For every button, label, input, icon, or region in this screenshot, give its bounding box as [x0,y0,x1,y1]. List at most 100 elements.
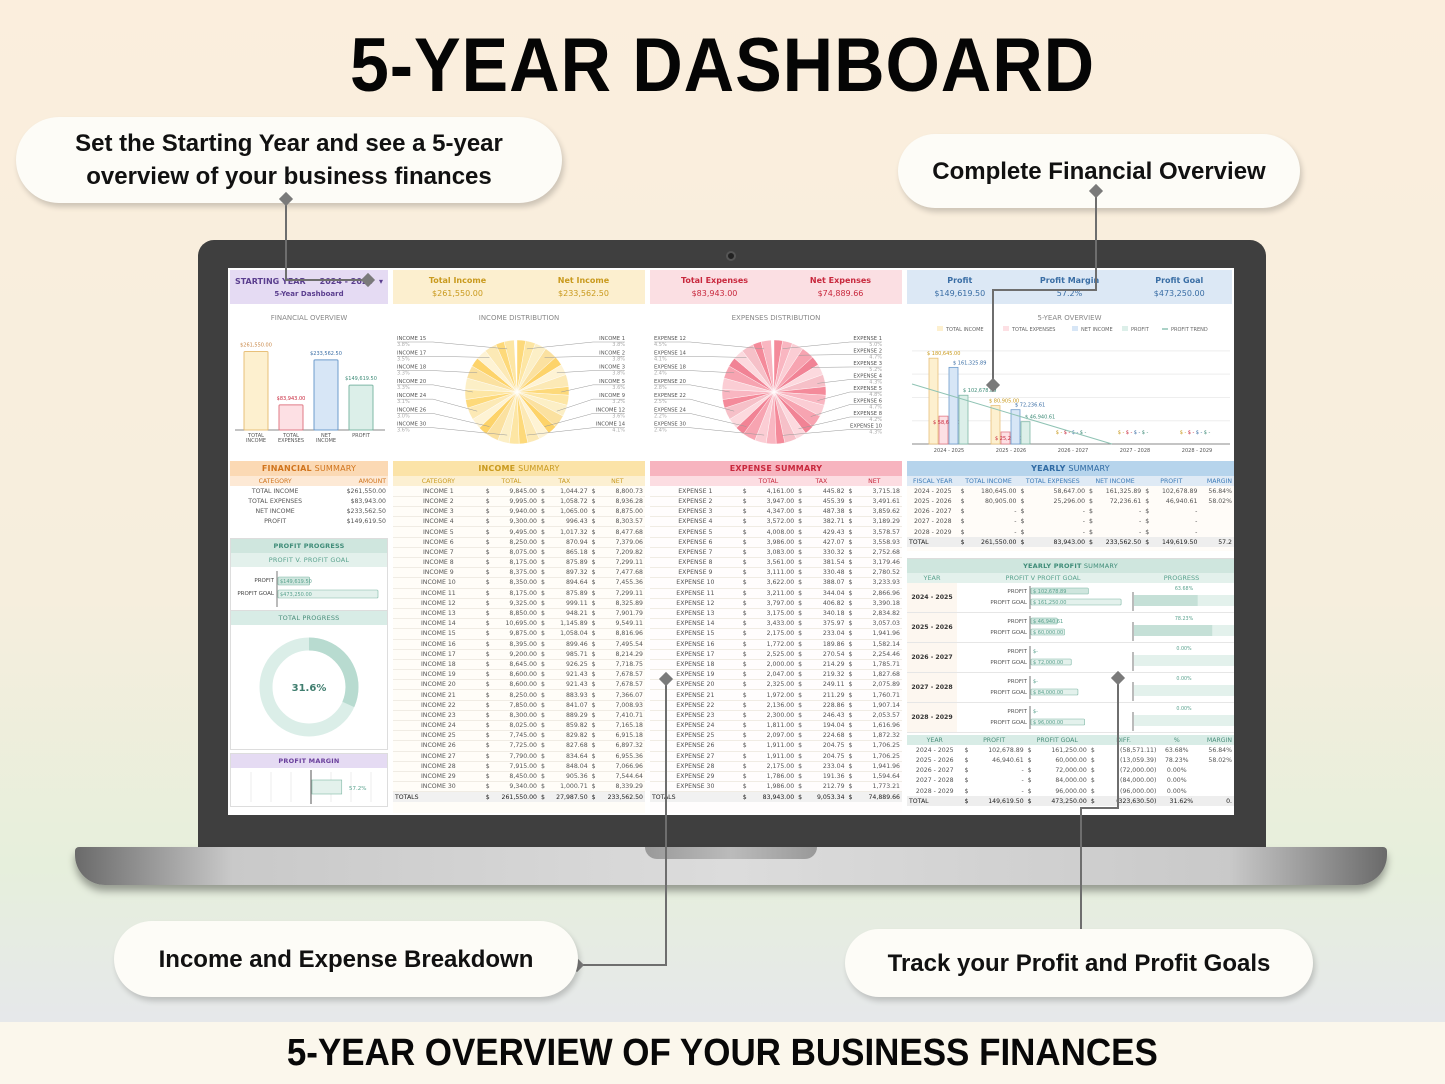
currency: $ [848,711,853,719]
currency: $ [540,711,545,719]
currency: $ [848,518,853,526]
chart-title: INCOME DISTRIBUTION [478,314,560,322]
cell: $ [1145,487,1150,495]
table-row: EXPENSE 9 $3,111.00 $330.48 $2,780.52 [650,568,902,578]
category: EXPENSE 27 [676,752,715,760]
currency: $ [798,722,803,730]
cell: (84,000.00) [1120,777,1157,785]
table-row: TOTAL EXPENSES $83,943.00 [230,496,388,506]
tax: 191.36 [822,773,845,781]
tax: 897.32 [566,569,588,577]
currency: $ [742,487,747,495]
category: INCOME 10 [420,579,456,587]
category: INCOME 2 [422,497,454,505]
cell: 102,678.89 [1161,487,1198,495]
table-row: EXPENSE 22 $2,136.00 $228.86 $1,907.14 [650,700,902,711]
slice-pct: 4.7% [869,355,882,361]
bar [243,351,269,431]
cell [1195,766,1234,776]
currency: $ [848,650,853,658]
bar-label: $ 180,645.00 [927,351,960,357]
cell: - [1082,528,1086,536]
currency: $ [848,610,853,618]
category: INCOME 17 [420,650,456,658]
page-title: 5-YEAR DASHBOARD [349,23,1096,108]
currency: $ [540,569,545,577]
yearly-profit-row: 2024 - 2025 PROFIT PROFIT GOAL $ 102,678.89… [907,583,1234,613]
net-income-label: Net Income [557,276,610,285]
profit-value: $149,619.50 [280,579,312,585]
tax: 999.11 [566,599,588,607]
total: 8,025.00 [509,722,537,730]
profit-vs-goal-bars: PROFIT PROFIT GOAL $- $ 72,000.00 [990,646,1072,669]
currency: $ [540,742,545,750]
currency: $ [591,538,596,546]
chevron-down-icon[interactable]: ▾ [379,277,383,286]
currency: $ [848,569,853,577]
category: PROFIT [264,518,287,526]
net: 7,379.06 [615,538,643,546]
currency: $ [540,528,545,536]
cell: 63.68% [1164,746,1189,754]
currency: $ [485,773,490,781]
slice-pct: 2.4% [654,428,667,434]
tax: 1,000.71 [560,783,588,791]
currency: $ [742,681,747,689]
currency: $ [798,528,803,536]
total: 1,911.00 [766,742,795,750]
table-row: 2027 - 2028 $ - $84,000.00 $ (84,000.00) 0.00% [907,776,1234,786]
callout-starting-year: Set the Starting Year and see a 5-year o… [16,117,562,203]
currency: $ [742,752,747,760]
category: INCOME 13 [420,610,456,618]
cell: - [1082,508,1086,516]
table-row: INCOME 13 $8,850.00 $948.21 $7,901.79 [393,608,645,619]
currency: $ [848,620,853,628]
table-row: EXPENSE 14 $3,433.00 $375.97 $3,057.03 [650,619,902,629]
total: 9,875.00 [509,630,537,638]
currency: $ [591,773,596,781]
cell: $ [1145,508,1150,516]
net: 1,706.25 [872,742,900,750]
slice-pct: 5.0% [869,342,882,348]
currency: $ [798,671,803,679]
category: INCOME 11 [420,589,456,597]
category: INCOME 12 [420,599,456,607]
currency: $ [742,559,747,567]
currency: $ [540,681,545,689]
total-progress-donut: 31.6% [259,637,359,737]
total: 3,083.00 [766,548,795,556]
currency: $ [485,660,490,668]
net: 7,410.71 [615,711,643,719]
currency: $ [540,620,545,628]
cell: $ [798,793,803,801]
tax: 330.48 [822,569,845,577]
cell: 46,940.61 [992,756,1024,764]
legend-label: PROFIT [1131,327,1150,333]
tax: 211.29 [822,691,845,699]
slice-pct: 5.2% [869,367,882,373]
cell: $ [964,787,969,795]
table-row: INCOME 7 $8,075.00 $865.18 $7,209.82 [393,547,645,558]
slice-pct: 2.5% [654,399,667,405]
currency: $ [848,579,853,587]
tax: 905.36 [566,773,588,781]
cell: 149,619.50 [1161,538,1198,546]
currency: $ [540,508,545,516]
legend-swatch [1072,326,1078,331]
profit-progress-svg: PROFIT PROFIT GOAL $149,619.50 $473,250.00 [237,571,379,607]
currency: $ [591,752,596,760]
currency: $ [591,620,596,628]
bar [948,366,959,445]
cell: - [1138,508,1142,516]
totals-label: TOTALS [652,793,676,801]
connector-line [992,289,1097,291]
table-row: 2026 - 2027 $ - $ - $ - $ - [907,507,1234,517]
footer-banner: 5-YEAR OVERVIEW OF YOUR BUSINESS FINANCE… [0,1022,1445,1084]
total: 8,600.00 [509,681,537,689]
category: INCOME 3 [422,508,454,516]
table-row: EXPENSE 17 $2,525.00 $270.54 $2,254.46 [650,649,902,660]
cell: $ [964,756,969,764]
chart-title: 5-YEAR OVERVIEW [1037,314,1102,322]
total: 8,250.00 [509,691,537,699]
financial-summary-table: CATEGORY AMOUNT TOTAL INCOME $261,550.00 TO… [230,476,388,527]
